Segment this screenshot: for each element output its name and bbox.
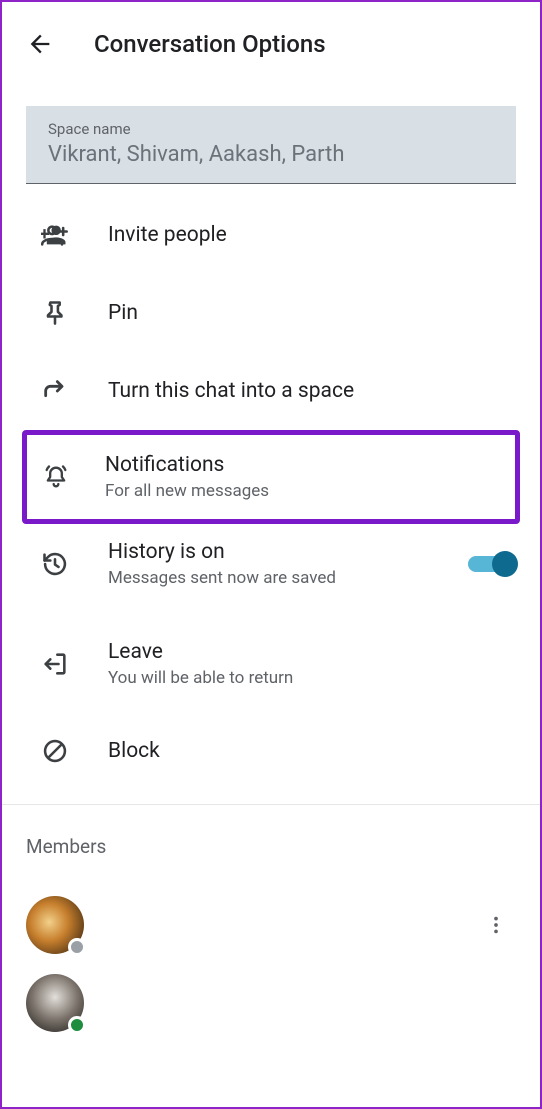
notifications-highlight: Notifications For all new messages — [22, 430, 520, 524]
leave-icon — [40, 649, 70, 679]
toggle-thumb — [492, 551, 518, 577]
space-name-field[interactable]: Space name — [26, 106, 516, 184]
person-add-icon — [40, 220, 70, 250]
avatar — [26, 974, 84, 1032]
notifications-sub: For all new messages — [105, 481, 491, 501]
page-title: Conversation Options — [94, 30, 326, 58]
members-title: Members — [26, 835, 516, 858]
bell-ringing-icon — [41, 462, 71, 492]
pin-row[interactable]: Pin — [2, 274, 540, 352]
history-row[interactable]: History is on Messages sent now are save… — [2, 524, 540, 612]
more-vertical-icon — [485, 914, 507, 936]
block-row[interactable]: Block — [2, 712, 540, 790]
turn-into-space-row[interactable]: Turn this chat into a space — [2, 352, 540, 430]
leave-row[interactable]: Leave You will be able to return — [2, 612, 540, 712]
pin-icon — [40, 298, 70, 328]
block-icon — [40, 736, 70, 766]
invite-people-label: Invite people — [108, 223, 516, 247]
member-row[interactable] — [26, 886, 516, 964]
notifications-row[interactable]: Notifications For all new messages — [27, 435, 515, 519]
header: Conversation Options — [2, 2, 540, 86]
options-list: Invite people Pin Turn this chat into a … — [2, 184, 540, 790]
pin-label: Pin — [108, 301, 516, 325]
status-away-icon — [68, 938, 86, 956]
back-button[interactable] — [24, 28, 56, 60]
history-sub: Messages sent now are saved — [108, 568, 468, 588]
members-section: Members — [2, 805, 540, 1052]
member-more-button[interactable] — [476, 905, 516, 945]
block-label: Block — [108, 739, 516, 763]
notifications-label: Notifications — [105, 453, 491, 477]
history-toggle[interactable] — [468, 550, 516, 578]
arrow-left-icon — [26, 30, 54, 58]
invite-people-row[interactable]: Invite people — [2, 196, 540, 274]
leave-label: Leave — [108, 640, 516, 664]
leave-sub: You will be able to return — [108, 668, 516, 688]
arrow-turn-right-icon — [40, 376, 70, 406]
avatar — [26, 896, 84, 954]
space-name-input[interactable] — [48, 142, 494, 167]
space-name-label: Space name — [48, 120, 494, 138]
member-row[interactable] — [26, 964, 516, 1042]
history-icon — [40, 549, 70, 579]
history-label: History is on — [108, 540, 468, 564]
turn-into-space-label: Turn this chat into a space — [108, 379, 516, 403]
status-online-icon — [68, 1016, 86, 1034]
